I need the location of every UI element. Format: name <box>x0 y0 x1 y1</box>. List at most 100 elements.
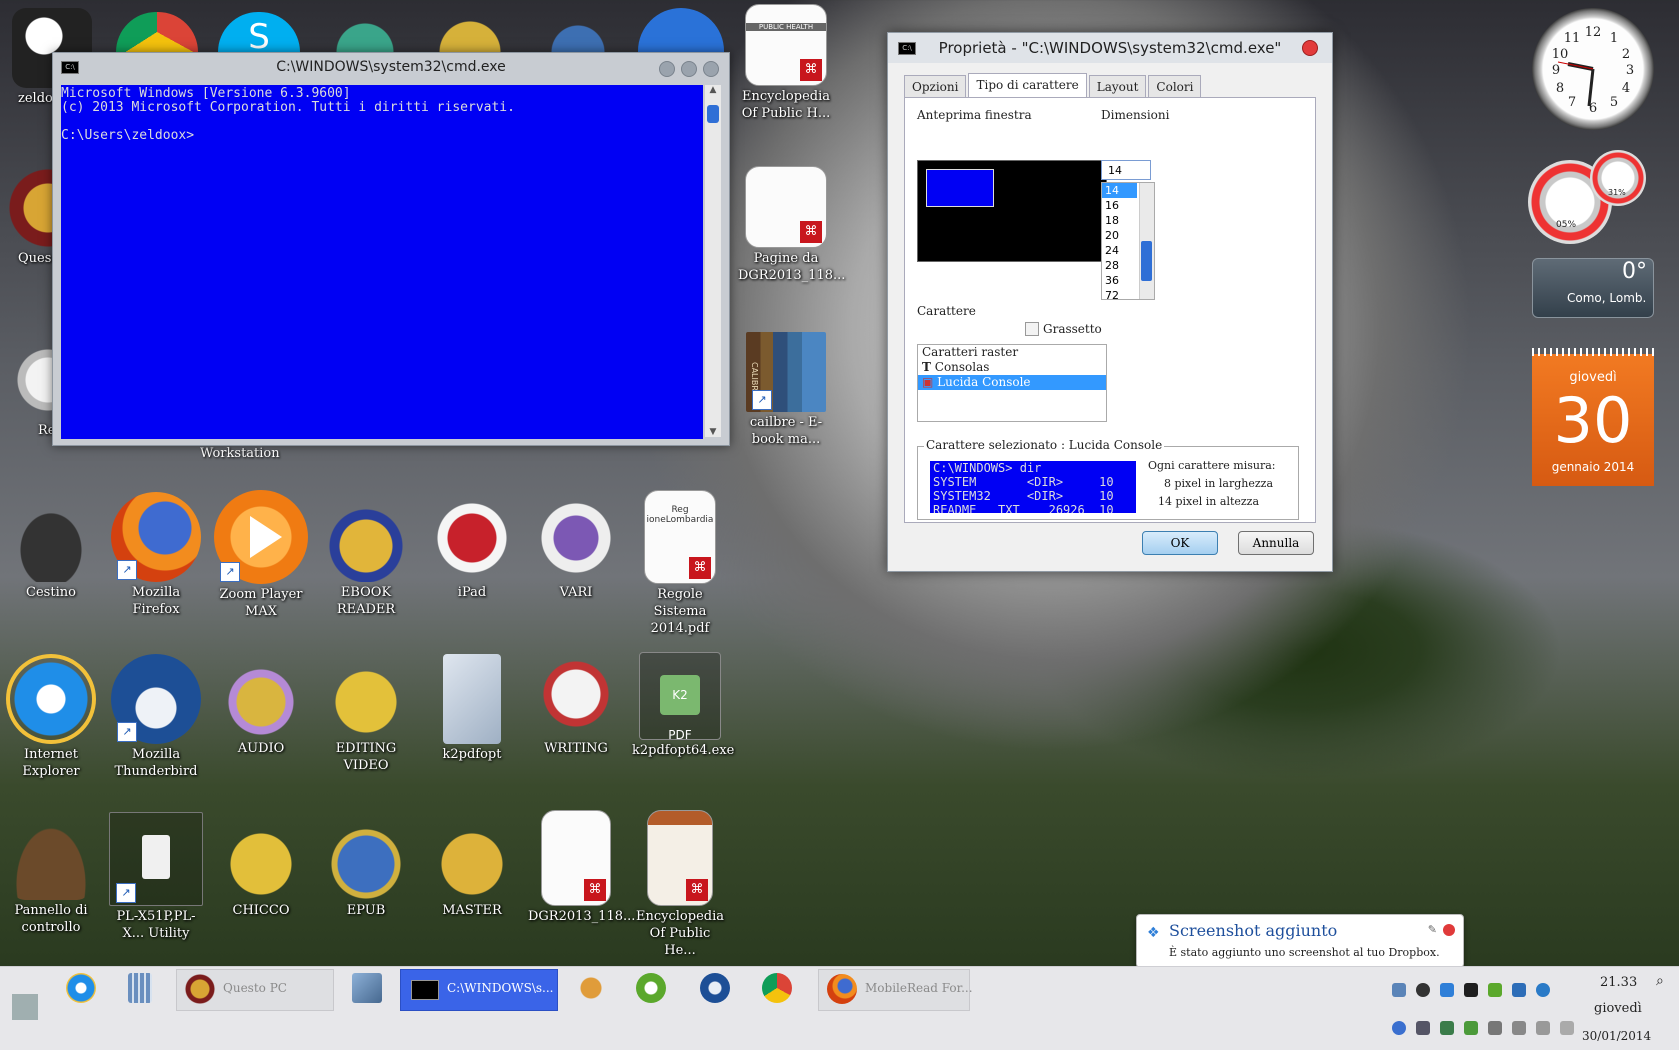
desktop-icon-pagine-pdf[interactable]: ⌘ Pagine da DGR2013_118... <box>738 166 845 284</box>
volume-tray-icon[interactable] <box>1560 1021 1574 1035</box>
desktop-icon-firefox[interactable]: ↗ Mozilla Firefox <box>108 492 204 618</box>
desktop-icon-chicco[interactable]: CHICCO <box>213 820 309 919</box>
console-scrollbar[interactable]: ▲ ▼ <box>704 85 721 437</box>
taskbar-button-firefox[interactable]: MobileRead For... <box>818 969 973 1011</box>
network-tray-icon[interactable] <box>1416 1021 1430 1035</box>
dropbox-notification[interactable]: ❖ Screenshot aggiunto È stato aggiunto u… <box>1136 914 1464 977</box>
desktop-icon-ie[interactable]: Internet Explorer <box>3 654 99 780</box>
ok-button[interactable]: OK <box>1142 531 1218 555</box>
desktop-icon-control-panel[interactable]: Pannello di controllo <box>3 820 99 936</box>
desktop-icon-cestino[interactable]: Cestino <box>3 502 99 601</box>
font-list[interactable]: Caratteri raster T Consolas ▣ Lucida Con… <box>917 344 1107 422</box>
clock-gadget[interactable]: 12 1 2 3 4 5 6 7 8 9 10 11 <box>1532 8 1654 130</box>
monitor-tray-icon[interactable] <box>1440 1021 1454 1035</box>
scroll-down-arrow-icon[interactable]: ▼ <box>705 427 721 437</box>
chrome-icon[interactable] <box>762 973 792 1003</box>
wifi-tray-icon[interactable] <box>1536 1021 1550 1035</box>
thunderbird-icon[interactable] <box>700 973 730 1003</box>
size-option[interactable]: 36 <box>1102 273 1137 288</box>
properties-dialog[interactable]: C:\ Proprietà - "C:\WINDOWS\system32\cmd… <box>887 32 1333 572</box>
desktop-icon-editing-video[interactable]: EDITING VIDEO <box>318 658 414 774</box>
figure-icon[interactable] <box>430 12 510 52</box>
desktop-icon-dgr-pdf[interactable]: ⌘ DGR2013_118... <box>528 810 635 925</box>
weather-gadget[interactable]: 0° Como, Lomb. <box>1532 258 1654 318</box>
size-option[interactable]: 20 <box>1102 228 1137 243</box>
display-tray-icon[interactable] <box>1488 1021 1502 1035</box>
memory-meter-gadget[interactable]: 31% <box>1590 150 1646 206</box>
figure-icon[interactable] <box>548 12 608 52</box>
desktop-icon-zoom-player[interactable]: ↗ Zoom Player MAX <box>213 490 309 620</box>
font-option[interactable]: T Consolas <box>918 360 1106 375</box>
desktop-icon-ipad[interactable]: iPad <box>424 502 520 601</box>
size-option[interactable]: 24 <box>1102 243 1137 258</box>
desktop-icon-encyclopedia2-pdf[interactable]: ⌘ Encyclopedia Of Public He... <box>632 810 728 959</box>
evernote-tray-icon[interactable] <box>1488 983 1502 997</box>
desktop-icon-calibre[interactable]: CALIBRE ↗ cailbre - E-book ma... <box>738 332 834 448</box>
desktop-icon-pl-utility[interactable]: ↗ PL-X51P,PL-X... Utility <box>108 812 204 942</box>
calculator-icon[interactable] <box>128 973 152 1003</box>
desktop-icon-k2pdfopt[interactable]: k2pdfopt <box>424 654 520 763</box>
font-option[interactable]: Caratteri raster <box>918 345 1106 360</box>
tab-colori[interactable]: Colori <box>1148 75 1202 98</box>
cmd-app-icon[interactable]: C:\ <box>61 61 79 74</box>
tab-layout[interactable]: Layout <box>1088 75 1147 98</box>
size-option[interactable]: 72 <box>1102 288 1137 303</box>
blogger-tray-icon[interactable] <box>1512 983 1526 997</box>
figure-icon[interactable] <box>330 12 400 52</box>
desktop-icon-ebook-reader[interactable]: EBOOK READER <box>318 502 414 618</box>
search-icon[interactable]: ⌕ <box>1656 973 1664 989</box>
desktop-icon-master[interactable]: MASTER <box>424 820 520 919</box>
desktop-icon-writing[interactable]: WRITING <box>528 658 624 757</box>
skype-icon[interactable]: S <box>218 12 300 57</box>
cmd-title-bar[interactable]: C:\ C:\WINDOWS\system32\cmd.exe <box>53 53 729 81</box>
windows-start-icon[interactable] <box>12 994 38 1020</box>
size-input[interactable]: 14 <box>1101 160 1151 180</box>
wrench-icon[interactable]: ✎ <box>1428 923 1437 936</box>
cmd-window[interactable]: C:\ C:\WINDOWS\system32\cmd.exe Microsof… <box>52 52 730 446</box>
tab-tipo-di-carattere[interactable]: Tipo di carattere <box>968 73 1087 99</box>
chrome-icon[interactable] <box>116 12 198 52</box>
cancel-button[interactable]: Annulla <box>1238 531 1314 555</box>
taskbar-button-questo-pc[interactable]: Questo PC <box>176 969 334 1011</box>
size-option[interactable]: 28 <box>1102 258 1137 273</box>
edge-tray-icon[interactable] <box>1536 983 1550 997</box>
utorrent-icon[interactable] <box>636 973 666 1003</box>
minimize-button[interactable] <box>659 61 675 77</box>
taskbar-button-cmd[interactable]: C:\WINDOWS\s... <box>400 969 558 1011</box>
scroll-thumb[interactable] <box>707 105 719 123</box>
desktop-icon-encyclopedia-pdf[interactable]: PUBLIC HEALTH ⌘ Encyclopedia Of Public H… <box>738 4 834 122</box>
close-button[interactable] <box>1302 40 1318 56</box>
internet-explorer-icon[interactable] <box>66 973 96 1003</box>
scroll-up-arrow-icon[interactable]: ▲ <box>705 85 721 95</box>
desktop-icon-k2pdfopt64[interactable]: K2 PDF k2pdfopt64.exe <box>632 652 734 759</box>
plex-tray-icon[interactable] <box>1464 983 1478 997</box>
desktop-icon-audio[interactable]: AUDIO <box>213 658 309 757</box>
console-screen[interactable]: Microsoft Windows [Versione 6.3.9600] (c)… <box>61 85 703 439</box>
font-option[interactable]: ▣ Lucida Console <box>918 375 1106 390</box>
rabbit-app-icon[interactable] <box>576 973 606 1003</box>
sync-tray-icon[interactable] <box>1392 983 1406 997</box>
close-button[interactable] <box>703 61 719 77</box>
size-list[interactable]: 14 16 18 20 24 28 36 72 <box>1101 182 1155 303</box>
app-tray-icon[interactable] <box>1416 983 1430 997</box>
size-option[interactable]: 18 <box>1102 213 1137 228</box>
scroll-icon[interactable] <box>638 8 724 52</box>
desktop-icon-regole-pdf[interactable]: Reg ioneLombardia ⌘ Regole Sistema 2014.… <box>632 490 728 637</box>
size-option[interactable]: 16 <box>1102 198 1137 213</box>
dialog-title-bar[interactable]: C:\ Proprietà - "C:\WINDOWS\system32\cmd… <box>888 33 1332 63</box>
power-tray-icon[interactable] <box>1392 1021 1406 1035</box>
tab-opzioni[interactable]: Opzioni <box>904 75 967 98</box>
size-option[interactable]: 14 <box>1102 183 1137 198</box>
flag-tray-icon[interactable] <box>1512 1021 1526 1035</box>
dropbox-tray-icon[interactable] <box>1440 983 1454 997</box>
calendar-gadget[interactable]: giovedì 30 gennaio 2014 <box>1532 348 1654 486</box>
maximize-button[interactable] <box>681 61 697 77</box>
desktop-icon-thunderbird[interactable]: ↗ Mozilla Thunderbird <box>108 654 204 780</box>
close-icon[interactable] <box>1443 924 1455 936</box>
clock-time[interactable]: 21.33 <box>1600 975 1637 990</box>
bold-checkbox[interactable] <box>1025 322 1039 336</box>
network-folder-icon[interactable] <box>352 973 382 1003</box>
desktop-icon-epub[interactable]: EPUB <box>318 820 414 919</box>
size-list-scrollbar[interactable] <box>1139 183 1154 299</box>
scroll-thumb[interactable] <box>1141 241 1152 281</box>
